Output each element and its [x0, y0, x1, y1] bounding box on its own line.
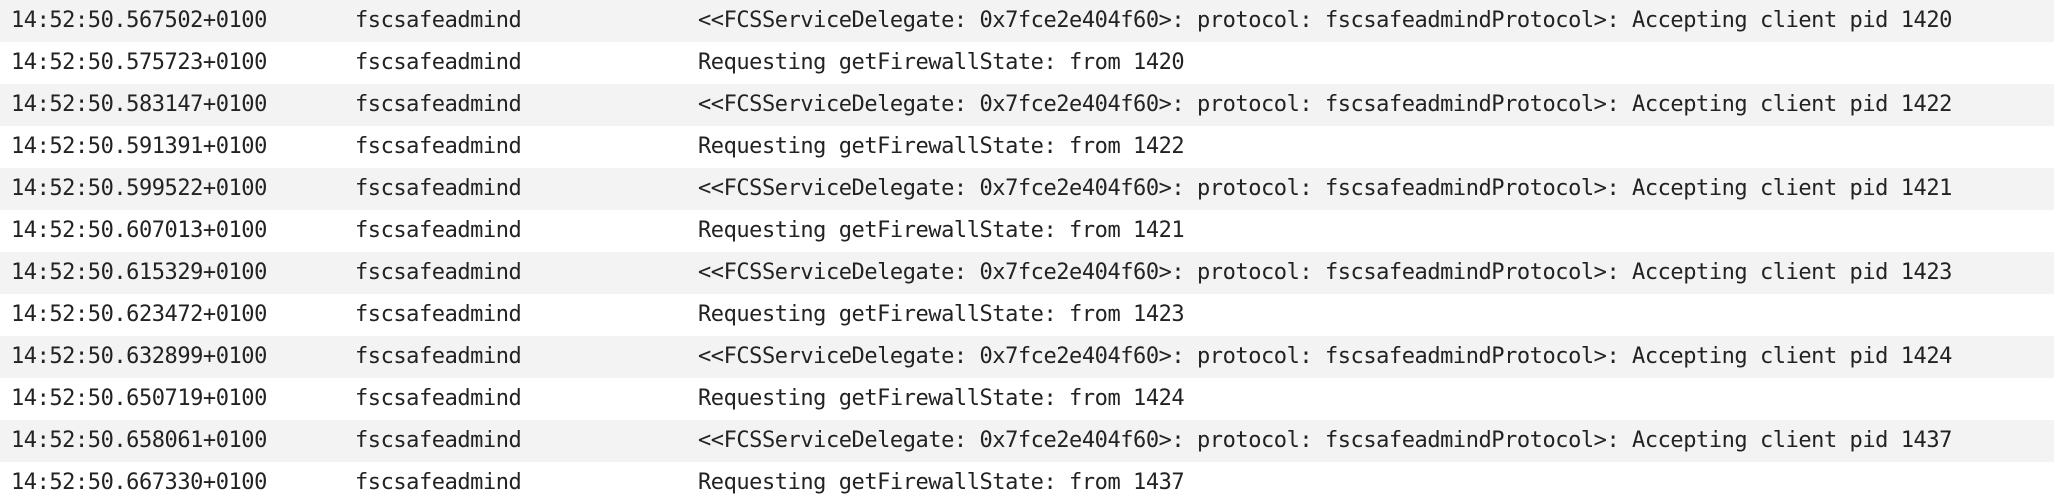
- log-timestamp: 14:52:50.623472+0100: [11, 302, 267, 327]
- log-process: fscsafeadmind: [355, 428, 522, 453]
- log-process: fscsafeadmind: [355, 218, 522, 243]
- log-message: <<FCSServiceDelegate: 0x7fce2e404f60>: p…: [698, 8, 1952, 33]
- log-process: fscsafeadmind: [355, 302, 522, 327]
- log-timestamp: 14:52:50.583147+0100: [11, 92, 267, 117]
- log-process: fscsafeadmind: [355, 176, 522, 201]
- log-timestamp: 14:52:50.599522+0100: [11, 176, 267, 201]
- log-message: Requesting getFirewallState: from 1420: [698, 50, 1185, 75]
- log-row[interactable]: 14:52:50.575723+0100 fscsafeadmind Reque…: [0, 42, 2054, 84]
- log-message: <<FCSServiceDelegate: 0x7fce2e404f60>: p…: [698, 176, 1952, 201]
- log-row[interactable]: 14:52:50.607013+0100 fscsafeadmind Reque…: [0, 210, 2054, 252]
- log-timestamp: 14:52:50.667330+0100: [11, 470, 267, 495]
- log-row[interactable]: 14:52:50.615329+0100 fscsafeadmind <<FCS…: [0, 252, 2054, 294]
- log-process: fscsafeadmind: [355, 50, 522, 75]
- log-timestamp: 14:52:50.615329+0100: [11, 260, 267, 285]
- log-message: <<FCSServiceDelegate: 0x7fce2e404f60>: p…: [698, 92, 1952, 117]
- log-process: fscsafeadmind: [355, 260, 522, 285]
- log-timestamp: 14:52:50.607013+0100: [11, 218, 267, 243]
- log-message: <<FCSServiceDelegate: 0x7fce2e404f60>: p…: [698, 344, 1952, 369]
- log-process: fscsafeadmind: [355, 470, 522, 495]
- log-message: <<FCSServiceDelegate: 0x7fce2e404f60>: p…: [698, 260, 1952, 285]
- log-timestamp: 14:52:50.658061+0100: [11, 428, 267, 453]
- log-message: Requesting getFirewallState: from 1422: [698, 134, 1185, 159]
- log-list: 14:52:50.567502+0100 fscsafeadmind <<FCS…: [0, 0, 2054, 500]
- log-row[interactable]: 14:52:50.658061+0100 fscsafeadmind <<FCS…: [0, 420, 2054, 462]
- log-message: Requesting getFirewallState: from 1423: [698, 302, 1185, 327]
- log-message: Requesting getFirewallState: from 1437: [698, 470, 1185, 495]
- log-process: fscsafeadmind: [355, 344, 522, 369]
- log-row[interactable]: 14:52:50.591391+0100 fscsafeadmind Reque…: [0, 126, 2054, 168]
- log-timestamp: 14:52:50.575723+0100: [11, 50, 267, 75]
- log-row[interactable]: 14:52:50.583147+0100 fscsafeadmind <<FCS…: [0, 84, 2054, 126]
- log-process: fscsafeadmind: [355, 134, 522, 159]
- log-message: Requesting getFirewallState: from 1421: [698, 218, 1185, 243]
- log-row[interactable]: 14:52:50.567502+0100 fscsafeadmind <<FCS…: [0, 0, 2054, 42]
- log-process: fscsafeadmind: [355, 8, 522, 33]
- log-process: fscsafeadmind: [355, 92, 522, 117]
- log-timestamp: 14:52:50.632899+0100: [11, 344, 267, 369]
- log-row[interactable]: 14:52:50.599522+0100 fscsafeadmind <<FCS…: [0, 168, 2054, 210]
- log-message: <<FCSServiceDelegate: 0x7fce2e404f60>: p…: [698, 428, 1952, 453]
- log-row[interactable]: 14:52:50.632899+0100 fscsafeadmind <<FCS…: [0, 336, 2054, 378]
- log-timestamp: 14:52:50.650719+0100: [11, 386, 267, 411]
- log-row[interactable]: 14:52:50.650719+0100 fscsafeadmind Reque…: [0, 378, 2054, 420]
- log-message: Requesting getFirewallState: from 1424: [698, 386, 1185, 411]
- log-row[interactable]: 14:52:50.623472+0100 fscsafeadmind Reque…: [0, 294, 2054, 336]
- log-timestamp: 14:52:50.567502+0100: [11, 8, 267, 33]
- log-timestamp: 14:52:50.591391+0100: [11, 134, 267, 159]
- log-process: fscsafeadmind: [355, 386, 522, 411]
- log-row[interactable]: 14:52:50.667330+0100 fscsafeadmind Reque…: [0, 462, 2054, 500]
